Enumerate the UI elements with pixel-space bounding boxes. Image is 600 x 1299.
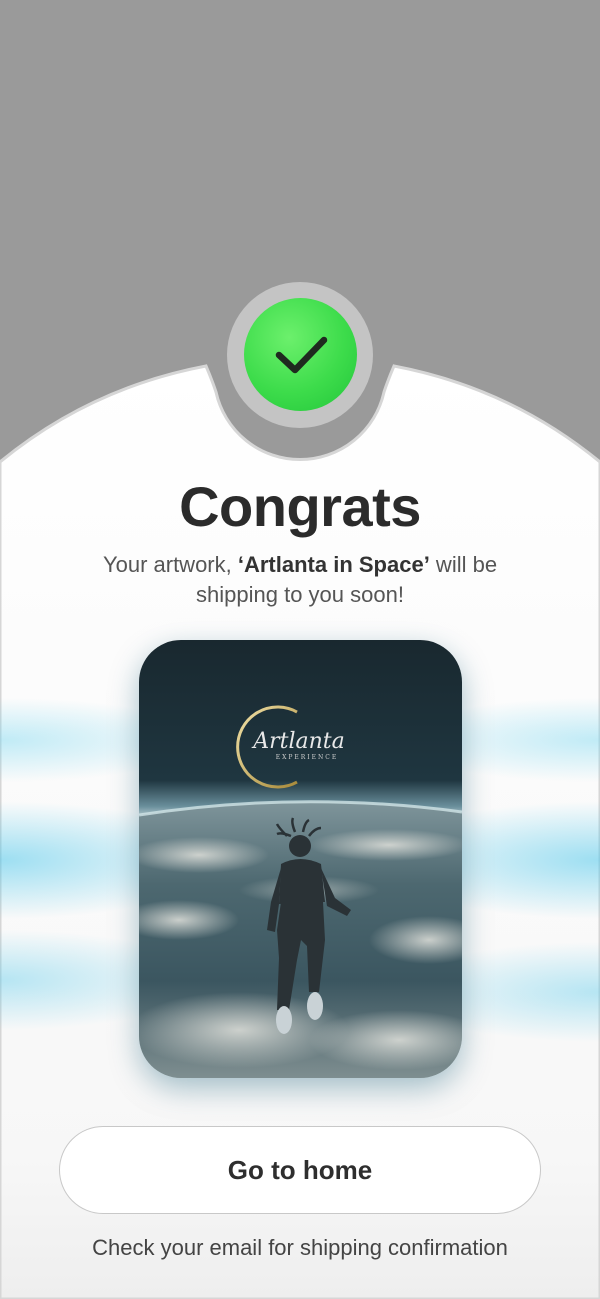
logo-script: Artlanta (251, 729, 345, 754)
shipping-footnote: Check your email for shipping confirmati… (92, 1235, 508, 1260)
success-badge (244, 298, 357, 411)
artwork-name: ‘Artlanta in Space’ (237, 552, 430, 577)
go-to-home-button[interactable]: Go to home (59, 1126, 541, 1214)
message-prefix: Your artwork, (102, 552, 238, 577)
confirmation-message: Your artwork, ‘Artlanta in Space’ will b… (70, 550, 530, 610)
page-title: Congrats (179, 475, 421, 538)
logo-caption: EXPERIENCE (276, 754, 339, 761)
artwork-image: Artlanta EXPERIENCE (139, 640, 462, 1078)
check-icon (275, 336, 327, 373)
